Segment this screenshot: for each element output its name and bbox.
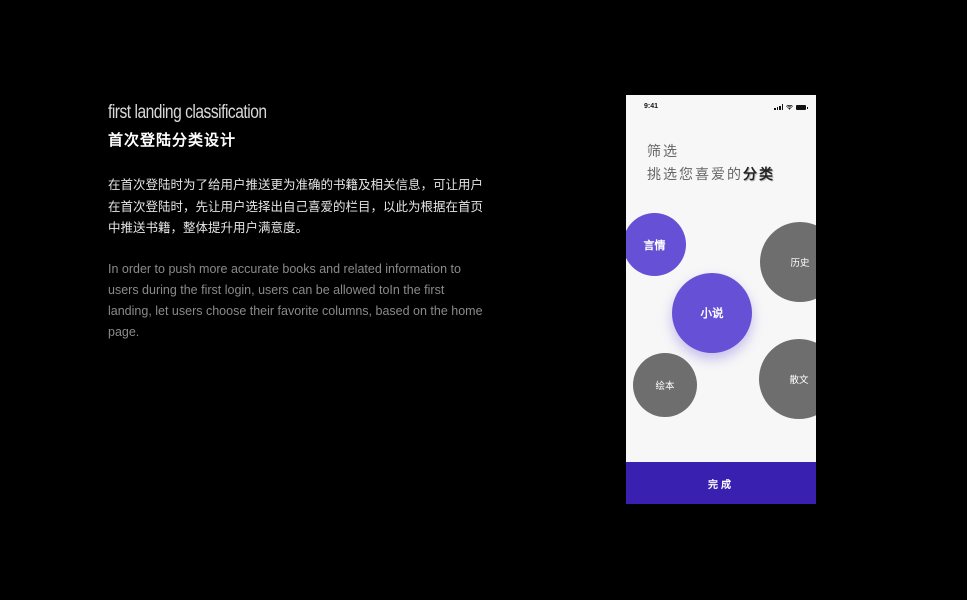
page: first landing classification 首次登陆分类设计 在首…: [0, 0, 967, 600]
emphasis-category: 分类: [743, 167, 775, 183]
category-romance-bubble[interactable]: 言情: [626, 213, 686, 276]
filter-heading: 筛选: [647, 144, 679, 160]
category-novel-bubble[interactable]: 小说: [672, 273, 752, 353]
filter-subheading: 挑选您喜爱的分类: [647, 167, 775, 183]
category-essay-bubble[interactable]: 散文: [759, 339, 816, 419]
section-title-cn: 首次登陆分类设计: [108, 131, 237, 149]
description-en: In order to push more accurate books and…: [108, 262, 483, 339]
status-icons: [774, 103, 808, 110]
category-picture-book-bubble[interactable]: 绘本: [633, 353, 697, 417]
battery-icon: [796, 105, 808, 110]
phone-mockup: 9:41 筛选 挑选您喜爱的分类 言情 历史 小说 绘本 散文 完成: [626, 95, 816, 504]
wifi-icon: [786, 105, 793, 110]
status-time: 9:41: [644, 103, 659, 110]
status-bar: 9:41: [626, 95, 816, 117]
description-cn: 在首次登陆时为了给用户推送更为准确的书籍及相关信息，可让用户在首次登陆时，先让用…: [108, 177, 484, 235]
signal-icon: [774, 104, 783, 110]
category-history-bubble[interactable]: 历史: [760, 222, 816, 302]
section-title-en: first landing classification: [108, 102, 267, 123]
finish-button[interactable]: 完成: [626, 462, 816, 504]
